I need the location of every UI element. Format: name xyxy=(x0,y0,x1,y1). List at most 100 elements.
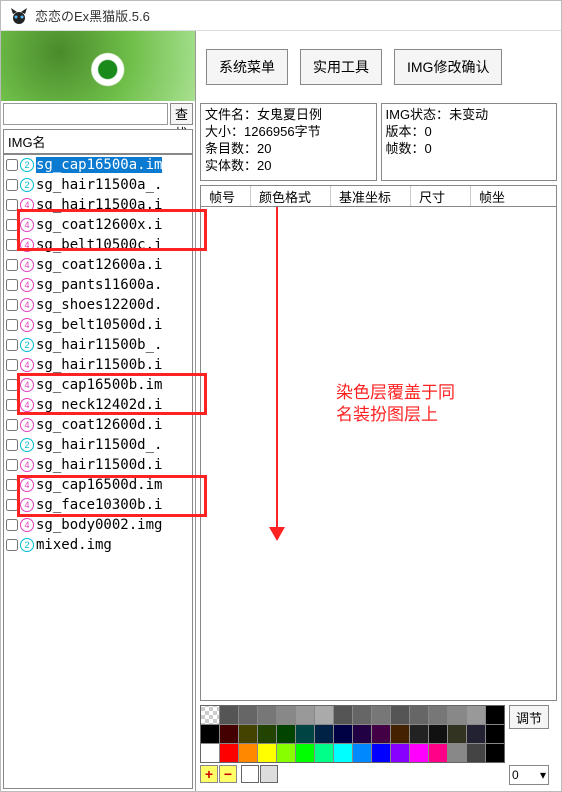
swatch[interactable] xyxy=(372,706,390,724)
list-checkbox[interactable] xyxy=(6,439,18,451)
list-checkbox[interactable] xyxy=(6,399,18,411)
swatch[interactable] xyxy=(258,725,276,743)
swatch[interactable] xyxy=(486,706,504,724)
list-item[interactable]: 4sg_belt10500c.i xyxy=(4,235,192,255)
swatch[interactable] xyxy=(410,725,428,743)
swatch[interactable] xyxy=(334,706,352,724)
swatch[interactable] xyxy=(277,744,295,762)
swatch[interactable] xyxy=(201,744,219,762)
confirm-button[interactable]: IMG修改确认 xyxy=(394,49,502,85)
list-item[interactable]: 4sg_coat12600a.i xyxy=(4,255,192,275)
list-item[interactable]: 4sg_hair11500a.i xyxy=(4,195,192,215)
list-item[interactable]: 2sg_cap16500a.im xyxy=(4,155,192,175)
list-checkbox[interactable] xyxy=(6,539,18,551)
list-item[interactable]: 2sg_hair11500a_. xyxy=(4,175,192,195)
swatch[interactable] xyxy=(201,725,219,743)
list-item[interactable]: 4sg_belt10500d.i xyxy=(4,315,192,335)
list-checkbox[interactable] xyxy=(6,239,18,251)
palette-plus[interactable]: + xyxy=(200,765,218,783)
swatch[interactable] xyxy=(220,744,238,762)
list-checkbox[interactable] xyxy=(6,319,18,331)
swatch[interactable] xyxy=(429,744,447,762)
src-swatch[interactable] xyxy=(241,765,259,783)
col-color-fmt[interactable]: 颜色格式 xyxy=(251,186,331,206)
swatch[interactable] xyxy=(467,725,485,743)
list-item[interactable]: 4sg_hair11500b.i xyxy=(4,355,192,375)
swatch[interactable] xyxy=(239,744,257,762)
list-item[interactable]: 4sg_face10300b.i xyxy=(4,495,192,515)
list-checkbox[interactable] xyxy=(6,519,18,531)
list-item[interactable]: 4sg_neck12402d.i xyxy=(4,395,192,415)
col-frame-no[interactable]: 帧号 xyxy=(201,186,251,206)
list-item[interactable]: 4sg_hair11500d.i xyxy=(4,455,192,475)
search-button[interactable]: 查找 xyxy=(170,103,193,125)
list-item[interactable]: 4sg_cap16500b.im xyxy=(4,375,192,395)
swatch[interactable] xyxy=(429,706,447,724)
swatch[interactable] xyxy=(315,725,333,743)
col-ref-coord[interactable]: 基准坐标 xyxy=(331,186,411,206)
swatch[interactable] xyxy=(239,706,257,724)
swatch[interactable] xyxy=(467,744,485,762)
palette-spinner[interactable]: 0▾ xyxy=(509,765,549,785)
list-checkbox[interactable] xyxy=(6,339,18,351)
list-checkbox[interactable] xyxy=(6,419,18,431)
swatch[interactable] xyxy=(315,744,333,762)
swatch[interactable] xyxy=(239,725,257,743)
swatch[interactable] xyxy=(372,744,390,762)
list-item[interactable]: 4sg_coat12600d.i xyxy=(4,415,192,435)
swatch[interactable] xyxy=(467,706,485,724)
swatch[interactable] xyxy=(391,725,409,743)
list-item[interactable]: 4sg_pants11600a. xyxy=(4,275,192,295)
swatch[interactable] xyxy=(448,744,466,762)
swatch[interactable] xyxy=(296,744,314,762)
list-item[interactable]: 4sg_cap16500d.im xyxy=(4,475,192,495)
list-item[interactable]: 4sg_body0002.img xyxy=(4,515,192,535)
swatch[interactable] xyxy=(448,725,466,743)
swatch[interactable] xyxy=(353,744,371,762)
swatch[interactable] xyxy=(486,744,504,762)
list-checkbox[interactable] xyxy=(6,159,18,171)
swatch[interactable] xyxy=(277,725,295,743)
swatch[interactable] xyxy=(296,706,314,724)
list-checkbox[interactable] xyxy=(6,379,18,391)
list-checkbox[interactable] xyxy=(6,299,18,311)
swatch[interactable] xyxy=(315,706,333,724)
swatch[interactable] xyxy=(258,706,276,724)
palette-minus[interactable]: − xyxy=(219,765,237,783)
list-item[interactable]: 2sg_hair11500b_. xyxy=(4,335,192,355)
swatch[interactable] xyxy=(391,744,409,762)
list-checkbox[interactable] xyxy=(6,219,18,231)
swatch[interactable] xyxy=(429,725,447,743)
system-menu-button[interactable]: 系统菜单 xyxy=(206,49,288,85)
file-list[interactable]: 2sg_cap16500a.im2sg_hair11500a_.4sg_hair… xyxy=(3,154,193,789)
swatch[interactable] xyxy=(220,725,238,743)
col-size[interactable]: 尺寸 xyxy=(411,186,471,206)
tools-button[interactable]: 实用工具 xyxy=(300,49,382,85)
swatch[interactable] xyxy=(296,725,314,743)
swatch[interactable] xyxy=(277,706,295,724)
col-frame-coord[interactable]: 帧坐 xyxy=(471,186,556,206)
swatch[interactable] xyxy=(486,725,504,743)
src-swatch[interactable] xyxy=(260,765,278,783)
swatch[interactable] xyxy=(201,706,219,724)
color-palette[interactable] xyxy=(200,705,505,763)
list-item[interactable]: 4sg_shoes12200d. xyxy=(4,295,192,315)
list-checkbox[interactable] xyxy=(6,279,18,291)
list-item[interactable]: 2mixed.img xyxy=(4,535,192,555)
swatch[interactable] xyxy=(353,725,371,743)
list-checkbox[interactable] xyxy=(6,199,18,211)
swatch[interactable] xyxy=(410,744,428,762)
adjust-button[interactable]: 调节 xyxy=(509,705,549,729)
swatch[interactable] xyxy=(448,706,466,724)
list-checkbox[interactable] xyxy=(6,459,18,471)
swatch[interactable] xyxy=(353,706,371,724)
list-item[interactable]: 2sg_hair11500d_. xyxy=(4,435,192,455)
list-item[interactable]: 4sg_coat12600x.i xyxy=(4,215,192,235)
list-checkbox[interactable] xyxy=(6,499,18,511)
list-checkbox[interactable] xyxy=(6,359,18,371)
search-input[interactable] xyxy=(3,103,168,125)
swatch[interactable] xyxy=(220,706,238,724)
swatch[interactable] xyxy=(391,706,409,724)
swatch[interactable] xyxy=(410,706,428,724)
list-checkbox[interactable] xyxy=(6,179,18,191)
